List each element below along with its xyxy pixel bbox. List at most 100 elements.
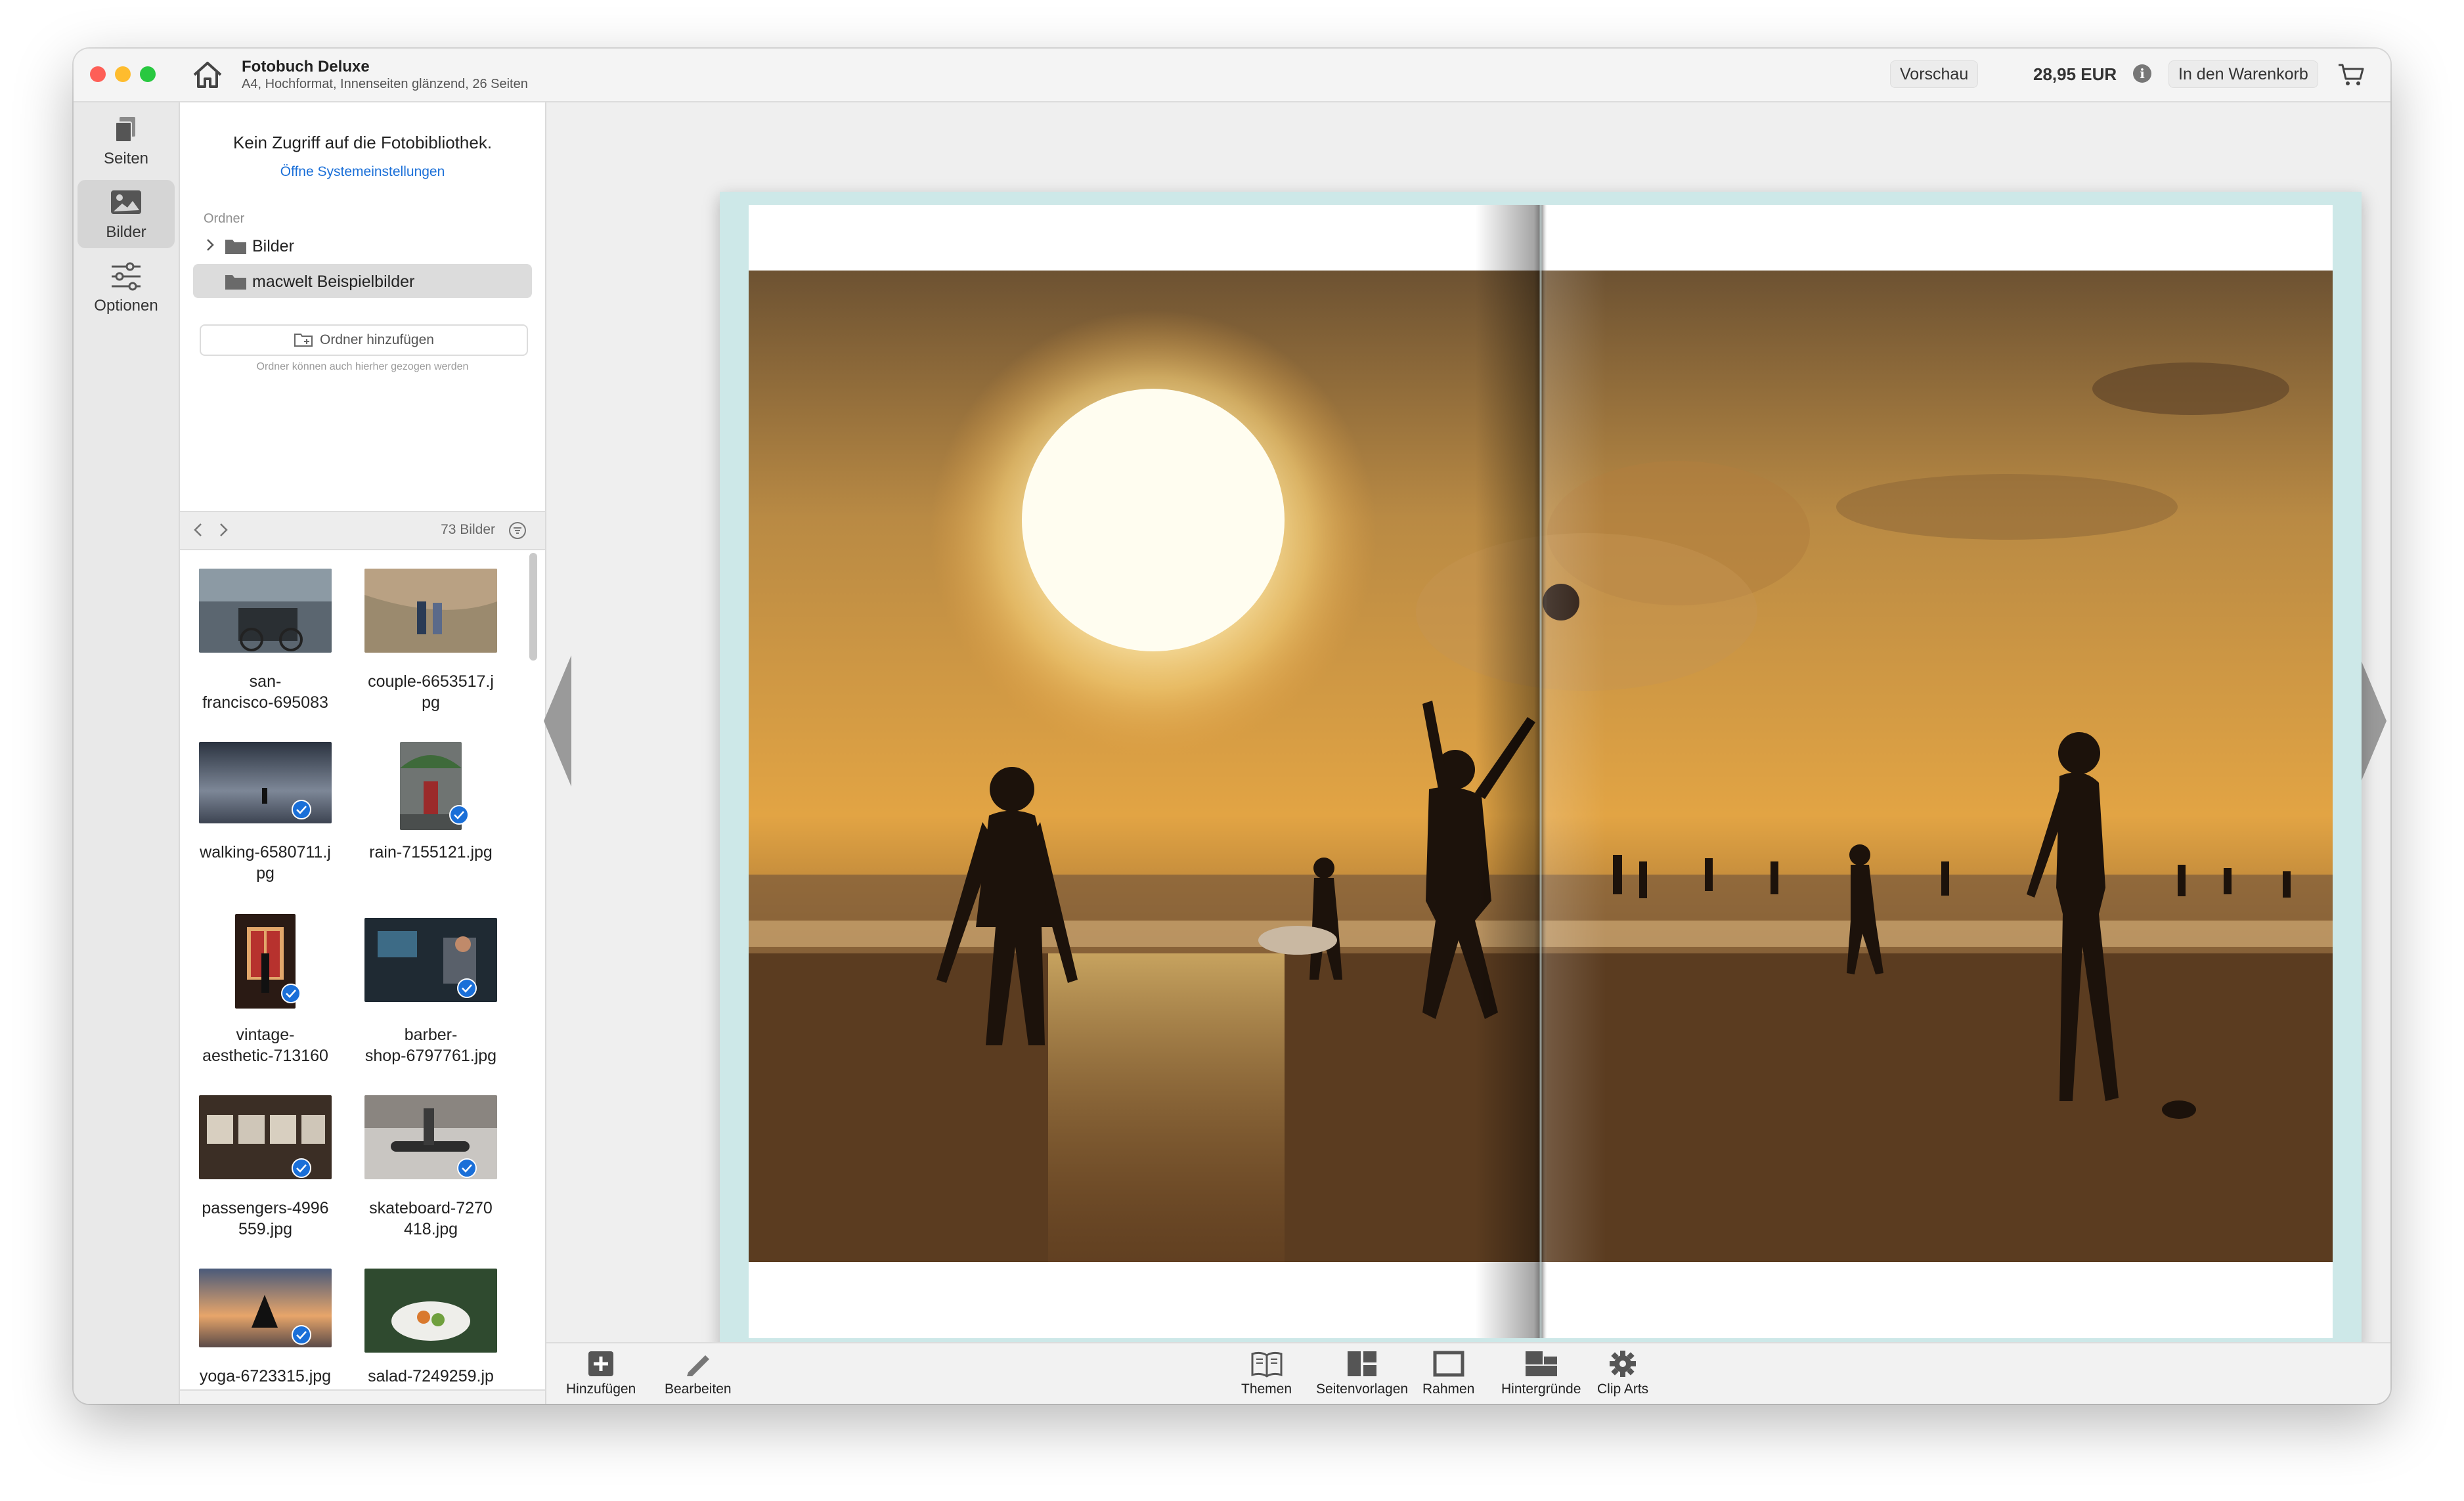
shopping-cart-icon[interactable] [2337,62,2365,88]
home-icon[interactable] [190,58,225,92]
backgrounds-tool-label: Hintergründe [1501,1381,1581,1397]
thumbnail-photo [364,918,497,1002]
folders-heading: Ordner [204,211,245,226]
thumbnail-caption: barber- [404,1026,458,1044]
close-window-button[interactable] [90,66,106,82]
thumbnail-caption: 559.jpg [238,1220,293,1238]
product-title: Fotobuch Deluxe [242,58,370,76]
rail-item-pages[interactable]: Seiten [77,106,175,175]
images-icon [111,190,141,214]
image-grid-scrollbar[interactable] [529,553,537,661]
clipart-gear-icon [1610,1351,1637,1377]
image-thumbnail[interactable]: barber- shop-6797761.jpg [348,914,514,1086]
product-subtitle: A4, Hochformat, Innenseiten glänzend, 26… [242,77,528,91]
thumbnail-caption: pg [256,864,275,882]
add-to-cart-button[interactable]: In den Warenkorb [2168,60,2318,88]
folder-name: macwelt Beispielbilder [252,272,415,291]
options-icon [112,262,141,291]
filter-icon[interactable] [508,521,527,540]
image-thumbnail[interactable]: salad-7249259.jp [348,1269,514,1389]
frames-tool-label: Rahmen [1422,1381,1475,1397]
folder-icon [225,275,246,290]
thumbnail-photo [199,1095,332,1179]
themes-tool-label: Themen [1241,1381,1292,1397]
photo-book-spread[interactable] [720,192,2362,1351]
forward-arrow-icon[interactable] [217,521,230,538]
thumbnail-caption: pg [422,693,440,712]
rail-item-images[interactable]: Bilder [77,180,175,248]
thumbnail-photo [364,1095,497,1179]
app-window: Fotobuch Deluxe A4, Hochformat, Innensei… [74,49,2390,1404]
pencil-icon [686,1355,709,1376]
mode-rail: Seiten Bilder Optionen [74,102,180,1404]
image-thumbnail[interactable]: rain-7155121.jpg [348,742,514,914]
previous-page-arrow-icon[interactable] [544,655,577,787]
layouts-tool-button[interactable]: Seitenvorlagen [1316,1350,1408,1397]
backgrounds-tool-button[interactable]: Hintergründe [1501,1350,1581,1397]
pages-icon [115,117,135,142]
thumbnail-caption: yoga-6723315.jpg [199,1367,332,1385]
price-label: 28,95 EUR [2033,64,2117,84]
thumbnail-caption: shop-6797761.jpg [364,1047,497,1065]
preview-button[interactable]: Vorschau [1890,60,1979,88]
minimize-window-button[interactable] [115,66,131,82]
thumbnail-caption: rain-7155121.jpg [369,843,493,861]
rail-label-images: Bilder [106,223,146,241]
thumbnail-zoom-control: − + [180,1389,545,1404]
image-thumbnail[interactable]: san- francisco-695083 [183,569,348,741]
open-system-settings-link[interactable]: Öffne Systemeinstellungen [180,164,545,180]
thumbnail-caption: aesthetic-713160 [202,1047,328,1065]
image-grid-toolbar: 73 Bilder [180,511,545,550]
thumbnail-caption: francisco-695083 [202,693,328,712]
cliparts-tool-button[interactable]: Clip Arts [1597,1350,1648,1397]
thumbnail-caption: 418.jpg [403,1220,458,1238]
thumbnail-caption: salad-7249259.jp [368,1367,494,1385]
selected-check-icon [281,984,301,1003]
thumbnail-photo [199,569,332,653]
image-library-sidebar: Kein Zugriff auf die Fotobibliothek. Öff… [180,102,546,1404]
thumbnail-caption: vintage- [236,1026,295,1044]
zoom-window-button[interactable] [140,66,156,82]
bottom-toolbar: Hinzufügen Bearbeiten Themen Seitenvorla… [546,1342,2390,1404]
edit-tool-button[interactable]: Bearbeiten [665,1350,732,1397]
frame-icon [1433,1351,1464,1377]
add-folder-button[interactable]: Ordner hinzufügen [200,324,528,356]
thumbnail-caption: passengers-4996 [202,1199,329,1217]
image-thumbnail[interactable]: passengers-4996 559.jpg [183,1095,348,1267]
rail-item-options[interactable]: Optionen [77,253,175,322]
thumbnail-caption: skateboard-7270 [369,1199,493,1217]
thumbnail-caption: walking-6580711.j [200,843,331,861]
image-thumbnail[interactable]: walking-6580711.j pg [183,742,348,914]
selected-check-icon [292,1325,311,1345]
image-thumbnail[interactable]: yoga-6723315.jpg [183,1269,348,1389]
background-icon [1525,1351,1557,1376]
folder-row-bilder[interactable]: Bilder [193,228,532,263]
image-thumbnail[interactable]: vintage- aesthetic-713160 [183,914,348,1086]
image-grid: san- francisco-695083 couple-6653517.j p… [180,549,545,1389]
thumbnail-caption: couple-6653517.j [368,672,494,691]
frames-tool-button[interactable]: Rahmen [1422,1350,1474,1397]
thumbnail-photo [364,569,497,653]
title-bar: Fotobuch Deluxe A4, Hochformat, Innensei… [74,49,2390,102]
chevron-right-icon[interactable] [205,238,215,252]
thumbnail-caption: san- [249,672,282,691]
add-icon [588,1351,614,1376]
book-icon [1251,1351,1283,1378]
folder-name: Bilder [252,237,294,255]
add-folder-icon [294,334,313,347]
thumbnail-photo [199,1269,332,1347]
back-arrow-icon[interactable] [192,521,205,538]
rail-label-options: Optionen [94,297,158,315]
drag-hint: Ordner können auch hierher gezogen werde… [256,361,469,372]
add-tool-button[interactable]: Hinzufügen [566,1350,636,1397]
selected-check-icon [457,978,477,998]
image-thumbnail[interactable]: couple-6653517.j pg [348,569,514,741]
folder-row-macwelt[interactable]: macwelt Beispielbilder [193,264,532,298]
info-icon[interactable]: i [2133,64,2151,83]
image-thumbnail[interactable]: skateboard-7270 418.jpg [348,1095,514,1267]
layouts-tool-label: Seitenvorlagen [1316,1381,1409,1397]
themes-tool-button[interactable]: Themen [1241,1350,1292,1397]
selected-check-icon [292,1158,311,1178]
selected-check-icon [457,1158,477,1178]
layout-grid-icon [1348,1351,1377,1376]
